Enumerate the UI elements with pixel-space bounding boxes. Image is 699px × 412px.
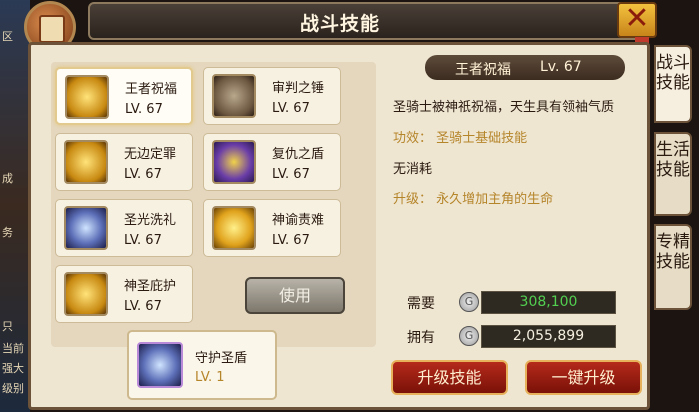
left-strip-text: 级别 <box>2 382 24 395</box>
window-title: 战斗技能 <box>300 13 381 35</box>
left-strip-text: 只 <box>2 320 13 333</box>
skill-level: LV. 67 <box>272 167 310 182</box>
skill-name: 无边定罪 <box>124 147 177 162</box>
own-label: 拥有 <box>407 330 435 346</box>
skill-card-shenshengbihu[interactable]: 神圣庇护 LV. 67 <box>55 265 193 323</box>
upgrade-skill-button[interactable]: 升级技能 <box>391 360 508 395</box>
skill-card-shengguangxili[interactable]: 圣光洗礼 LV. 67 <box>55 199 193 257</box>
light-icon <box>64 206 108 250</box>
skill-level: LV. 67 <box>124 299 162 314</box>
cross-shield-icon <box>64 140 108 184</box>
skill-name: 神谕责难 <box>272 213 325 228</box>
left-strip-text: 强大 <box>2 362 24 375</box>
skill-name: 王者祝福 <box>125 82 178 97</box>
left-strip-text: 务 <box>2 226 13 239</box>
own-amount: 2,055,899 <box>481 325 616 348</box>
background-left-strip: 区 成 务 只 当前 强大 级别 <box>0 0 30 412</box>
skill-name: 复仇之盾 <box>272 147 325 162</box>
guardian-shield-icon <box>137 342 183 388</box>
golden-hammer-icon <box>212 206 256 250</box>
skill-name: 圣光洗礼 <box>124 213 177 228</box>
use-button[interactable]: 使用 <box>245 277 345 314</box>
detail-title-banner: 王者祝福 Lv. 67 <box>425 55 625 80</box>
shield-icon <box>212 140 256 184</box>
tab-life-skills[interactable]: 生活技能 <box>654 132 692 216</box>
equipped-skill-level: LV. 1 <box>195 370 225 385</box>
left-strip-text: 成 <box>2 172 13 185</box>
skill-card-shenpanzhichui[interactable]: 审判之锤 LV. 67 <box>203 67 341 125</box>
equipped-skill-name: 守护圣盾 <box>195 351 248 366</box>
coin-icon: G <box>459 292 479 312</box>
skill-card-wangzhezhufu[interactable]: 王者祝福 LV. 67 <box>55 67 193 125</box>
skill-upgrade-info: 升级： 永久增加主角的生命 <box>393 192 554 207</box>
skill-level: LV. 67 <box>272 233 310 248</box>
left-strip-text: 当前 <box>2 342 24 355</box>
skill-card-shenyuzenan[interactable]: 神谕责难 LV. 67 <box>203 199 341 257</box>
need-label: 需要 <box>407 296 435 312</box>
equipped-skill-slot[interactable]: 守护圣盾 LV. 1 <box>127 330 277 400</box>
skill-card-fuchouzhidun[interactable]: 复仇之盾 LV. 67 <box>203 133 341 191</box>
skill-cost: 无消耗 <box>393 162 433 177</box>
skill-level: LV. 67 <box>124 233 162 248</box>
tab-specialty-skills[interactable]: 专精技能 <box>654 224 692 310</box>
coin-icon: G <box>459 326 479 346</box>
hammer-icon <box>212 74 256 118</box>
skill-level: LV. 67 <box>125 102 163 117</box>
skill-level: LV. 67 <box>124 167 162 182</box>
detail-skill-name: 王者祝福 <box>455 62 511 78</box>
skill-card-wubiandingzui[interactable]: 无边定罪 LV. 67 <box>55 133 193 191</box>
close-button[interactable]: ✕ <box>617 2 657 38</box>
skill-effect: 功效： 圣骑士基础技能 <box>393 131 528 146</box>
tab-combat-skills[interactable]: 战斗技能 <box>654 45 692 123</box>
crown-icon <box>65 75 109 119</box>
skill-description: 圣骑士被神祇祝福，天生具有领袖气质 <box>393 100 615 115</box>
skill-name: 审判之锤 <box>272 81 325 96</box>
detail-skill-level: Lv. 67 <box>540 59 582 75</box>
one-click-upgrade-button[interactable]: 一键升级 <box>525 360 642 395</box>
skill-name: 神圣庇护 <box>124 279 177 294</box>
skills-panel: 王者祝福 LV. 67 审判之锤 LV. 67 无边定罪 LV. 67 复仇之盾… <box>28 42 650 410</box>
left-strip-text: 区 <box>2 30 13 43</box>
need-amount: 308,100 <box>481 291 616 314</box>
praying-hands-icon <box>64 272 108 316</box>
skill-level: LV. 67 <box>272 101 310 116</box>
